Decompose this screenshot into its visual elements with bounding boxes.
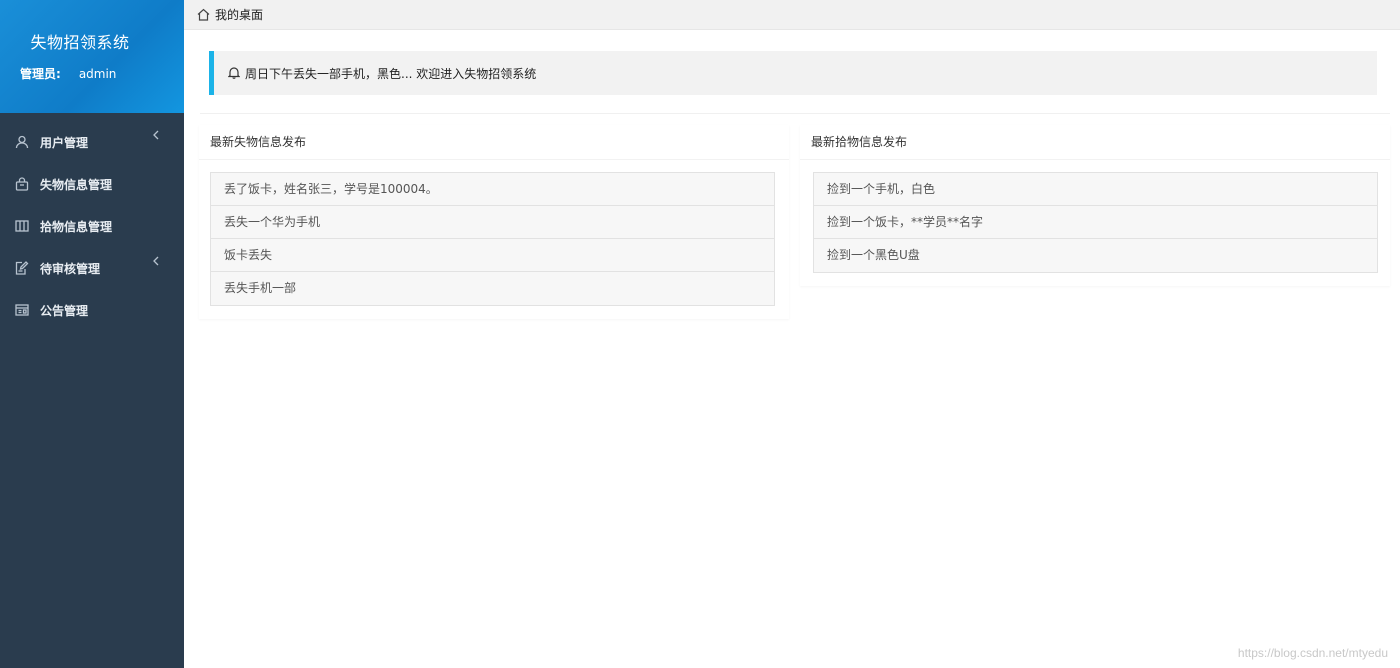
sidebar-item-announcements[interactable]: 公告管理 [0,289,184,331]
sidebar: 失物招领系统 管理员: admin 用户管理 失物信息管理 拾物信息管理 待审核管… [0,0,184,668]
sidebar-item-label: 用户管理 [40,135,89,150]
sidebar-item-label: 公告管理 [40,303,89,318]
bag-icon [14,176,30,192]
found-items-list: 捡到一个手机，白色 捡到一个饭卡，**学员**名字 捡到一个黑色U盘 [813,172,1378,273]
sidebar-item-user-management[interactable]: 用户管理 [0,121,184,163]
admin-label: 管理员: [20,67,61,81]
tab-my-desktop[interactable]: 我的桌面 [215,6,263,23]
sidebar-item-label: 失物信息管理 [40,177,113,192]
sidebar-item-lost-info[interactable]: 失物信息管理 [0,163,184,205]
notice-banner: 周日下午丢失一部手机，黑色... 欢迎进入失物招领系统 [209,51,1377,95]
chevron-left-icon [152,255,160,269]
edit-doc-icon [14,260,30,276]
breadcrumb: 我的桌面 [184,0,1400,30]
sidebar-item-found-info[interactable]: 拾物信息管理 [0,205,184,247]
bell-icon [228,66,242,80]
sidebar-item-pending-review[interactable]: 待审核管理 [0,247,184,289]
panel-title: 最新拾物信息发布 [800,125,1390,160]
list-item[interactable]: 捡到一个手机，白色 [814,173,1377,206]
user-icon [14,134,30,150]
admin-info: 管理员: admin [20,65,116,82]
sidebar-item-label: 拾物信息管理 [40,219,113,234]
columns-icon [14,218,30,234]
lost-items-panel: 最新失物信息发布 丢了饭卡，姓名张三，学号是100004。 丢失一个华为手机 饭… [199,125,789,319]
found-items-panel: 最新拾物信息发布 捡到一个手机，白色 捡到一个饭卡，**学员**名字 捡到一个黑… [800,125,1390,286]
list-item[interactable]: 丢失一个华为手机 [211,206,774,239]
home-icon[interactable] [197,8,211,22]
admin-name[interactable]: admin [79,67,117,81]
watermark: https://blog.csdn.net/mtyedu [1237,646,1388,660]
notice-board-icon [14,302,30,318]
panel-title: 最新失物信息发布 [199,125,789,160]
sidebar-menu: 用户管理 失物信息管理 拾物信息管理 待审核管理 公告管理 [0,121,184,331]
list-item[interactable]: 捡到一个饭卡，**学员**名字 [814,206,1377,239]
chevron-left-icon [152,129,160,143]
list-item[interactable]: 丢失手机一部 [211,272,774,305]
lost-items-list: 丢了饭卡，姓名张三，学号是100004。 丢失一个华为手机 饭卡丢失 丢失手机一… [210,172,775,306]
notice-text: 周日下午丢失一部手机，黑色... 欢迎进入失物招领系统 [245,66,537,81]
list-item[interactable]: 饭卡丢失 [211,239,774,272]
sidebar-header: 失物招领系统 管理员: admin [0,0,184,113]
app-title: 失物招领系统 [30,33,130,52]
list-item[interactable]: 捡到一个黑色U盘 [814,239,1377,272]
sidebar-item-label: 待审核管理 [40,261,101,276]
divider [200,113,1390,114]
list-item[interactable]: 丢了饭卡，姓名张三，学号是100004。 [211,173,774,206]
